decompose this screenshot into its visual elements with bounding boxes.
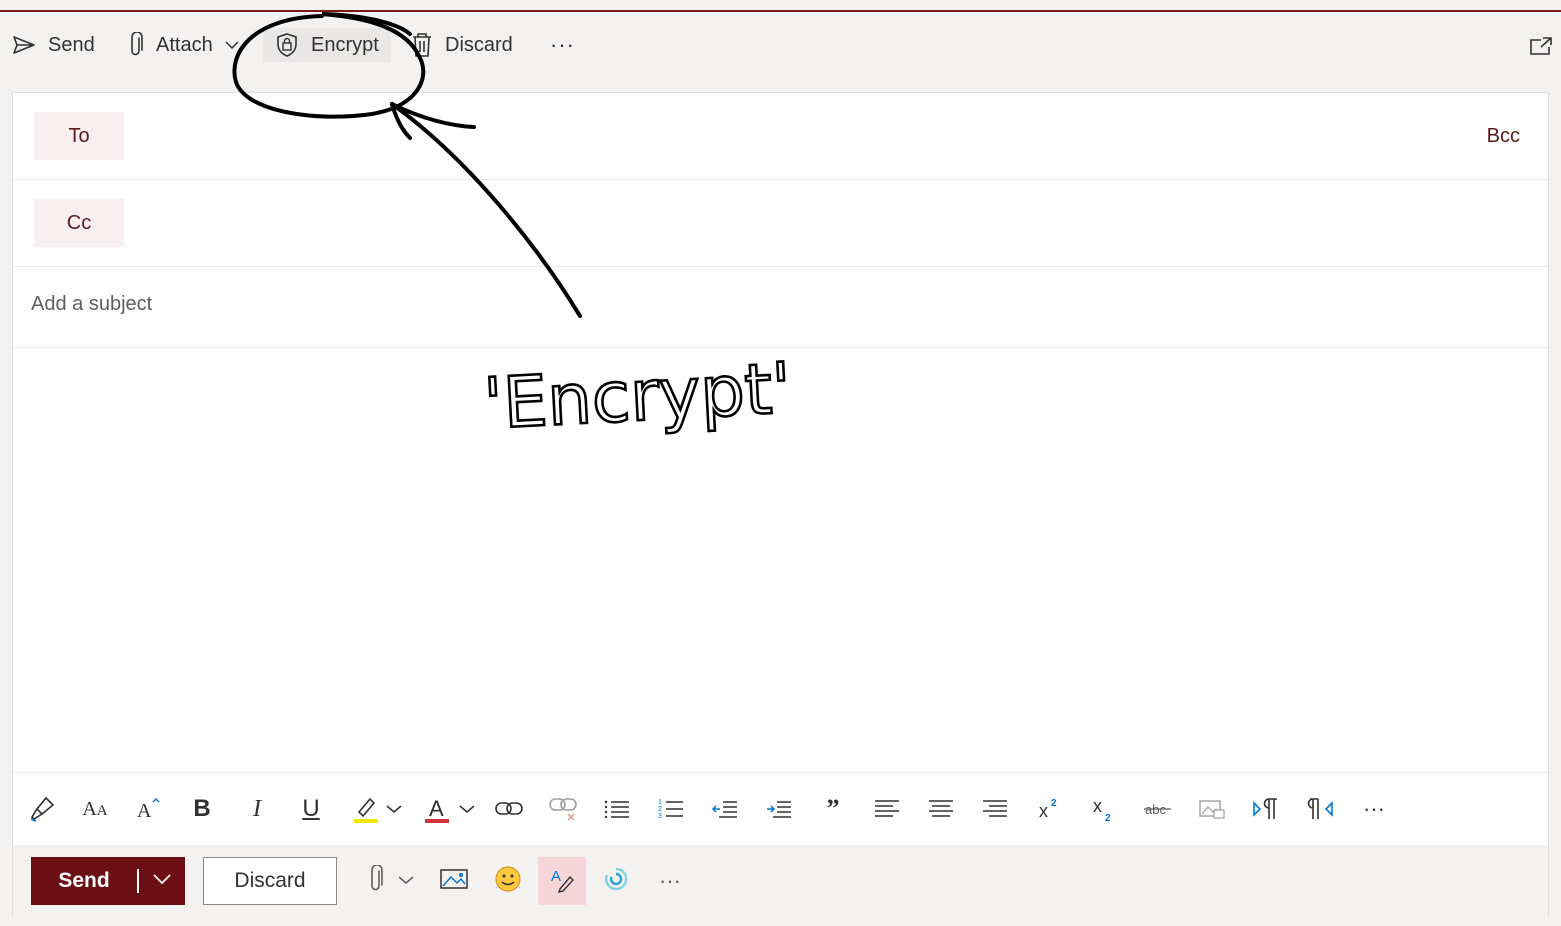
popout-icon (1529, 37, 1553, 60)
chevron-down-icon (153, 872, 171, 890)
command-bar: Send Attach Encrypt Discard ··· (0, 12, 1561, 78)
to-button[interactable]: To (34, 112, 124, 160)
svg-text:x: x (1039, 801, 1048, 821)
editor-pen-icon: A (548, 865, 576, 898)
svg-text:1: 1 (658, 799, 662, 806)
font-size-icon[interactable]: AA (79, 793, 111, 825)
trash-icon (411, 32, 433, 58)
send-options-button[interactable] (139, 857, 185, 905)
insert-picture-button[interactable] (437, 857, 471, 905)
svg-text:A: A (551, 868, 561, 885)
svg-text:2: 2 (658, 806, 662, 813)
numbering-icon[interactable]: 123 (655, 793, 687, 825)
chevron-down-icon[interactable] (225, 40, 239, 50)
highlight-chevron-down-icon[interactable] (383, 793, 405, 825)
attach-options-button[interactable] (395, 857, 417, 905)
align-center-icon[interactable] (925, 793, 957, 825)
to-row: To Bcc (13, 93, 1548, 180)
picture-icon (439, 867, 469, 896)
cc-row: Cc (13, 180, 1548, 267)
send-command[interactable]: Send (12, 28, 95, 62)
highlight-icon[interactable] (350, 793, 382, 825)
send-icon (12, 35, 36, 55)
attach-command-label: Attach (156, 33, 213, 56)
loop-icon (602, 865, 630, 898)
svg-text:3: 3 (658, 813, 662, 820)
chevron-down-icon (398, 872, 414, 890)
superscript-icon[interactable]: x2 (1034, 793, 1066, 825)
bcc-button[interactable]: Bcc (1487, 125, 1520, 148)
discard-command[interactable]: Discard (411, 28, 513, 62)
align-right-icon[interactable] (979, 793, 1011, 825)
attach-command[interactable]: Attach (128, 28, 239, 62)
align-left-icon[interactable] (871, 793, 903, 825)
more-icon[interactable]: ··· (1358, 793, 1390, 825)
rtl-icon[interactable] (1304, 793, 1336, 825)
ltr-icon[interactable] (1250, 793, 1282, 825)
send-button[interactable]: Send (31, 857, 137, 905)
emoji-button[interactable] (491, 857, 525, 905)
send-split-button: Send (31, 857, 185, 905)
italic-icon[interactable]: I (241, 793, 273, 825)
picture-inline-icon[interactable] (1196, 793, 1228, 825)
link-icon[interactable] (493, 793, 525, 825)
popout-button[interactable] (1529, 36, 1553, 61)
formatting-toolbar: AA A B I U A 123 ” x 2 x 2 abc ··· (13, 772, 1548, 844)
attach-button[interactable] (363, 857, 389, 905)
editor-button[interactable]: A (538, 857, 586, 905)
grow-font-icon[interactable]: A (133, 793, 165, 825)
paperclip-icon (128, 32, 144, 58)
bullets-icon[interactable] (601, 793, 633, 825)
quote-icon[interactable]: ” (817, 793, 849, 825)
font-color-chevron-down-icon[interactable] (456, 793, 478, 825)
font-color-icon[interactable]: A (421, 793, 453, 825)
svg-text:A: A (429, 796, 444, 821)
more-icon: ··· (550, 32, 575, 57)
loop-button[interactable] (599, 857, 633, 905)
format-painter-icon[interactable] (26, 793, 58, 825)
smiley-icon (493, 864, 523, 899)
svg-text:A: A (137, 800, 152, 822)
bold-icon[interactable]: B (186, 793, 218, 825)
svg-text:x: x (1093, 796, 1102, 816)
decrease-indent-icon[interactable] (709, 793, 741, 825)
discard-button[interactable]: Discard (203, 857, 337, 905)
increase-indent-icon[interactable] (763, 793, 795, 825)
encrypt-command-label: Encrypt (311, 33, 379, 56)
send-command-label: Send (48, 33, 95, 56)
discard-command-label: Discard (445, 33, 513, 56)
unlink-icon[interactable] (547, 793, 579, 825)
paperclip-icon (368, 863, 384, 898)
strikethrough-icon[interactable]: abc (1142, 793, 1174, 825)
encrypt-command[interactable]: Encrypt (263, 28, 391, 62)
underline-icon[interactable]: U (295, 793, 327, 825)
subscript-icon[interactable]: x2 (1088, 793, 1120, 825)
svg-text:2: 2 (1105, 813, 1111, 824)
svg-text:2: 2 (1051, 798, 1057, 809)
subject-input[interactable] (31, 293, 1431, 316)
cc-button[interactable]: Cc (34, 199, 124, 247)
shield-lock-icon (275, 32, 299, 58)
message-body[interactable] (13, 348, 1548, 771)
more-options-button[interactable]: ··· (550, 28, 575, 62)
action-bar: Send Discard A ··· (13, 845, 1548, 918)
more-icon: ··· (659, 868, 681, 893)
more-actions-button[interactable]: ··· (653, 857, 687, 905)
compose-pane: To Bcc Cc AA A B I U A (12, 92, 1549, 918)
